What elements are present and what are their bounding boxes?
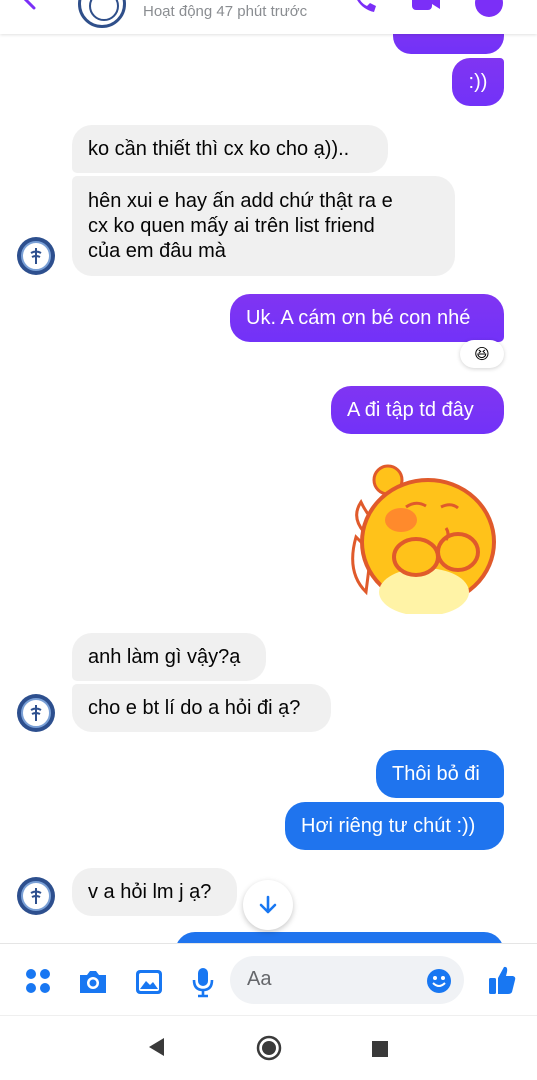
- message-text: v a hỏi lm j ạ?: [88, 881, 212, 903]
- active-status: Hoạt động 47 phút trước: [143, 3, 308, 20]
- message-bubble-multiline: hên xui e hay ấn add chứ thật ra e cx ko…: [72, 176, 455, 276]
- message-line: cx ko quen mấy ai trên list friend: [88, 214, 375, 237]
- message-bubble: Hơi riêng tư chút :)): [285, 802, 504, 850]
- message-line: hên xui e hay ấn add chứ thật ra e: [88, 189, 393, 212]
- emoji-icon[interactable]: [426, 968, 452, 994]
- contact-avatar-small[interactable]: [17, 237, 55, 275]
- message-text: Uk. A cám ơn bé con nhé: [246, 307, 471, 329]
- scroll-to-bottom-button[interactable]: [243, 880, 293, 930]
- message-text: A đi tập td đây: [347, 399, 474, 421]
- message-line: của em đâu mà: [88, 239, 226, 262]
- message-bubble: v a hỏi lm j ạ?: [72, 868, 237, 916]
- message-text: anh làm gì vậy?ạ: [88, 646, 241, 668]
- message-bubble: :)): [452, 58, 504, 106]
- message-bubble: cho e bt lí do a hỏi đi ạ?: [72, 684, 331, 732]
- message-text: Thôi bỏ đi: [392, 763, 480, 785]
- contact-avatar-small[interactable]: [17, 877, 55, 915]
- contact-avatar-small[interactable]: [17, 694, 55, 732]
- message-composer: Aa: [0, 943, 537, 1015]
- caduceus-icon: [30, 705, 42, 721]
- microphone-icon[interactable]: [191, 966, 215, 998]
- recents-square-icon[interactable]: [371, 1040, 389, 1058]
- message-bubble: Uk. A cám ơn bé con nhé: [230, 294, 504, 342]
- android-nav-bar: [0, 1015, 537, 1080]
- laughing-emoji-icon: 😆: [474, 346, 490, 363]
- chat-header: Hoạt động 47 phút trước: [0, 0, 537, 34]
- home-circle-icon[interactable]: [256, 1035, 282, 1061]
- message-text: cho e bt lí do a hỏi đi ạ?: [88, 697, 301, 719]
- camera-icon[interactable]: [77, 968, 109, 996]
- message-bubble: A đi tập td đây: [331, 386, 504, 434]
- caduceus-icon: [30, 248, 42, 264]
- message-bubble: ko cần thiết thì cx ko cho ạ))..: [72, 125, 388, 173]
- info-icon[interactable]: [474, 0, 504, 18]
- video-call-icon[interactable]: [410, 0, 442, 16]
- call-icon[interactable]: [350, 0, 378, 16]
- like-icon[interactable]: [487, 964, 517, 996]
- message-bubble: Thôi bỏ đi: [376, 750, 504, 798]
- grid-icon[interactable]: [25, 968, 51, 994]
- message-bubble: anh làm gì vậy?ạ: [72, 633, 266, 681]
- message-input-placeholder: Aa: [247, 968, 272, 990]
- arrow-down-icon: [259, 895, 277, 914]
- reaction-badge[interactable]: 😆: [460, 340, 504, 368]
- gallery-icon[interactable]: [134, 967, 164, 997]
- shy-yellow-character-sticker[interactable]: [346, 462, 496, 614]
- back-triangle-icon[interactable]: [146, 1036, 166, 1058]
- caduceus-icon: [30, 888, 42, 904]
- message-text: ko cần thiết thì cx ko cho ạ))..: [88, 138, 350, 160]
- contact-avatar[interactable]: [78, 0, 126, 28]
- back-arrow-icon[interactable]: [18, 0, 42, 10]
- message-text: :)): [468, 71, 488, 93]
- message-text: Hơi riêng tư chút :)): [301, 815, 476, 837]
- message-input[interactable]: Aa: [230, 956, 464, 1004]
